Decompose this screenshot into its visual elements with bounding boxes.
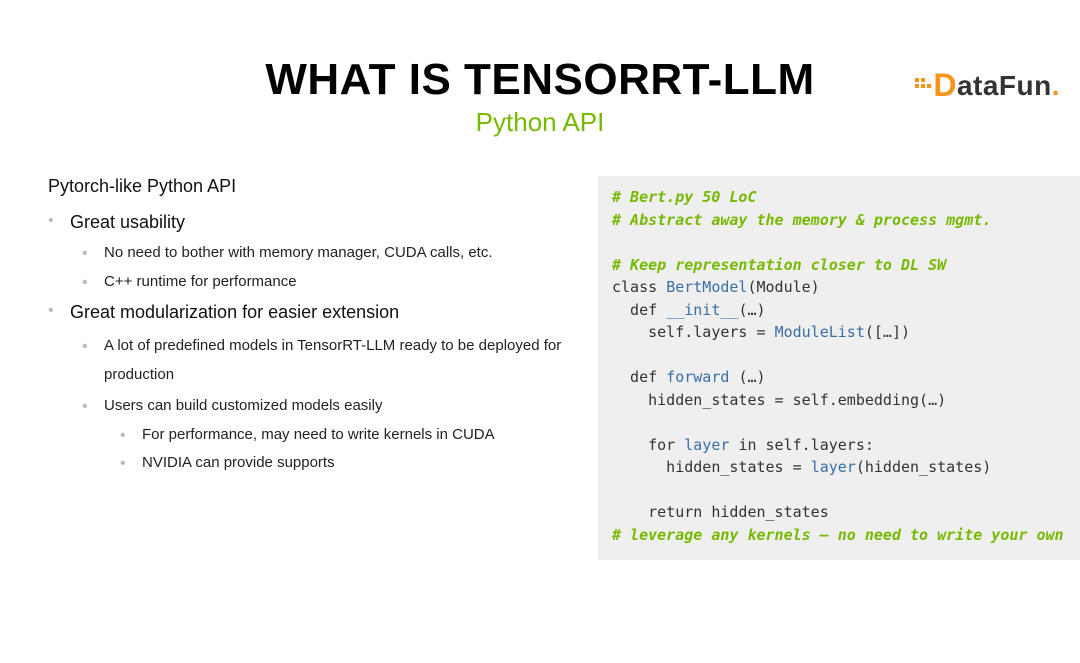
section-head: Pytorch-like Python API: [48, 176, 588, 197]
logo-period: .: [1052, 70, 1060, 102]
bullet-l3: NVIDIA can provide supports: [120, 452, 588, 475]
bullet-l2: Users can build customized models easily: [82, 395, 588, 418]
bullet-l2: A lot of predefined models in TensorRT-L…: [82, 332, 588, 389]
code-comment: # Abstract away the memory & process mgm…: [612, 211, 991, 229]
code-comment: # leverage any kernels – no need to writ…: [612, 526, 1064, 544]
code-line: for layer in self.layers:: [612, 436, 874, 454]
bullet-l1: Great modularization for easier extensio…: [48, 299, 588, 326]
logo-d: D: [933, 67, 957, 104]
bullet-l1: Great usability: [48, 209, 588, 236]
code-comment: # Bert.py 50 LoC: [612, 188, 757, 206]
code-line: def __init__(…): [612, 301, 766, 319]
slide-subtitle: Python API: [0, 107, 1080, 138]
logo-dots-icon: [915, 78, 931, 88]
code-line: hidden_states = self.embedding(…): [612, 391, 946, 409]
code-comment: # Keep representation closer to DL SW: [612, 256, 946, 274]
logo-text-fun: Fun: [999, 70, 1052, 102]
logo-text-data: ata: [957, 70, 999, 102]
code-line: def forward (…): [612, 368, 766, 386]
code-line: self.layers = ModuleList([…]): [612, 323, 910, 341]
datafun-logo: DataFun.: [915, 67, 1060, 104]
left-column: Pytorch-like Python API Great usability …: [48, 176, 588, 560]
code-block: # Bert.py 50 LoC # Abstract away the mem…: [598, 176, 1080, 560]
bullet-list: Great usability No need to bother with m…: [48, 209, 588, 475]
bullet-l2: No need to bother with memory manager, C…: [82, 242, 588, 265]
code-line: hidden_states = layer(hidden_states): [612, 458, 991, 476]
bullet-l2: C++ runtime for performance: [82, 271, 588, 294]
code-line: return hidden_states: [612, 503, 829, 521]
bullet-l3: For performance, may need to write kerne…: [120, 424, 588, 447]
content-area: Pytorch-like Python API Great usability …: [0, 176, 1080, 560]
code-line: class BertModel(Module): [612, 278, 820, 296]
